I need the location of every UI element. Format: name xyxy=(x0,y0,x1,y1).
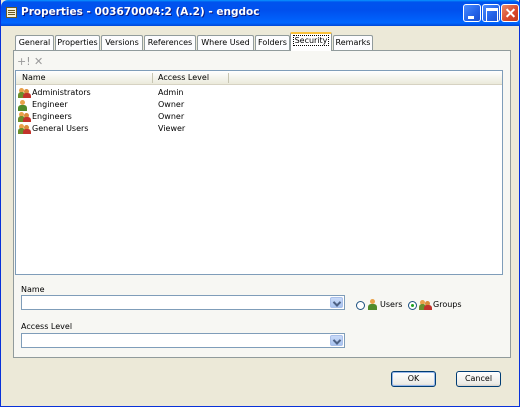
minimize-button[interactable] xyxy=(463,4,481,22)
document-icon xyxy=(6,7,17,18)
tab-where-used[interactable]: Where Used xyxy=(197,35,254,50)
remove-icon[interactable]: ✕ xyxy=(34,55,43,68)
close-button[interactable] xyxy=(501,4,519,22)
name-label: Name xyxy=(21,285,45,294)
tab-security[interactable]: Security xyxy=(290,32,332,51)
group-icon xyxy=(18,124,31,134)
tab-folders[interactable]: Folders xyxy=(255,35,290,50)
tab-general[interactable]: General xyxy=(15,35,54,50)
add-icon[interactable]: +! xyxy=(17,55,31,68)
access-level-combobox[interactable] xyxy=(21,333,345,348)
column-header-name[interactable]: Name xyxy=(22,73,46,82)
access-level-label: Access Level xyxy=(21,322,73,331)
list-item[interactable]: General Users Viewer xyxy=(18,123,498,135)
group-icon xyxy=(18,112,31,122)
list-header: Name Access Level xyxy=(16,71,502,85)
group-icon xyxy=(18,88,31,98)
list-item[interactable]: Engineer Owner xyxy=(18,99,498,111)
name-combobox[interactable] xyxy=(21,295,345,310)
security-list[interactable]: Name Access Level Administrators Admin E… xyxy=(15,70,503,275)
groups-radio-label[interactable]: Groups xyxy=(433,300,462,309)
user-icon xyxy=(18,100,28,111)
column-divider[interactable] xyxy=(228,73,229,83)
user-icon xyxy=(368,299,378,310)
users-radio-label[interactable]: Users xyxy=(380,300,402,309)
title-bar[interactable]: Properties - 003670004:2 (A.2) - engdoc xyxy=(1,0,520,26)
row-name: Administrators xyxy=(32,88,91,97)
list-item[interactable]: Administrators Admin xyxy=(18,87,498,99)
users-radio[interactable] xyxy=(356,301,365,310)
tab-references[interactable]: References xyxy=(144,35,196,50)
chevron-down-icon[interactable] xyxy=(330,297,343,308)
row-access-level: Admin xyxy=(158,88,184,97)
column-divider[interactable] xyxy=(152,73,153,83)
row-access-level: Viewer xyxy=(158,124,186,133)
tab-remarks[interactable]: Remarks xyxy=(333,35,373,50)
properties-dialog: Properties - 003670004:2 (A.2) - engdoc … xyxy=(0,0,520,407)
row-name: Engineer xyxy=(32,100,68,109)
tab-properties[interactable]: Properties xyxy=(55,35,100,50)
row-access-level: Owner xyxy=(158,112,185,121)
chevron-down-icon[interactable] xyxy=(330,335,343,346)
column-header-access-level[interactable]: Access Level xyxy=(158,73,209,82)
row-access-level: Owner xyxy=(158,100,185,109)
tab-versions[interactable]: Versions xyxy=(101,35,143,50)
groups-radio[interactable] xyxy=(408,301,417,310)
window-title: Properties - 003670004:2 (A.2) - engdoc xyxy=(21,6,260,18)
row-name: Engineers xyxy=(32,112,72,121)
group-icon xyxy=(419,300,432,310)
ok-button[interactable]: OK xyxy=(391,371,436,387)
maximize-button[interactable] xyxy=(482,4,500,22)
cancel-button[interactable]: Cancel xyxy=(456,371,501,387)
row-name: General Users xyxy=(32,124,89,133)
list-item[interactable]: Engineers Owner xyxy=(18,111,498,123)
